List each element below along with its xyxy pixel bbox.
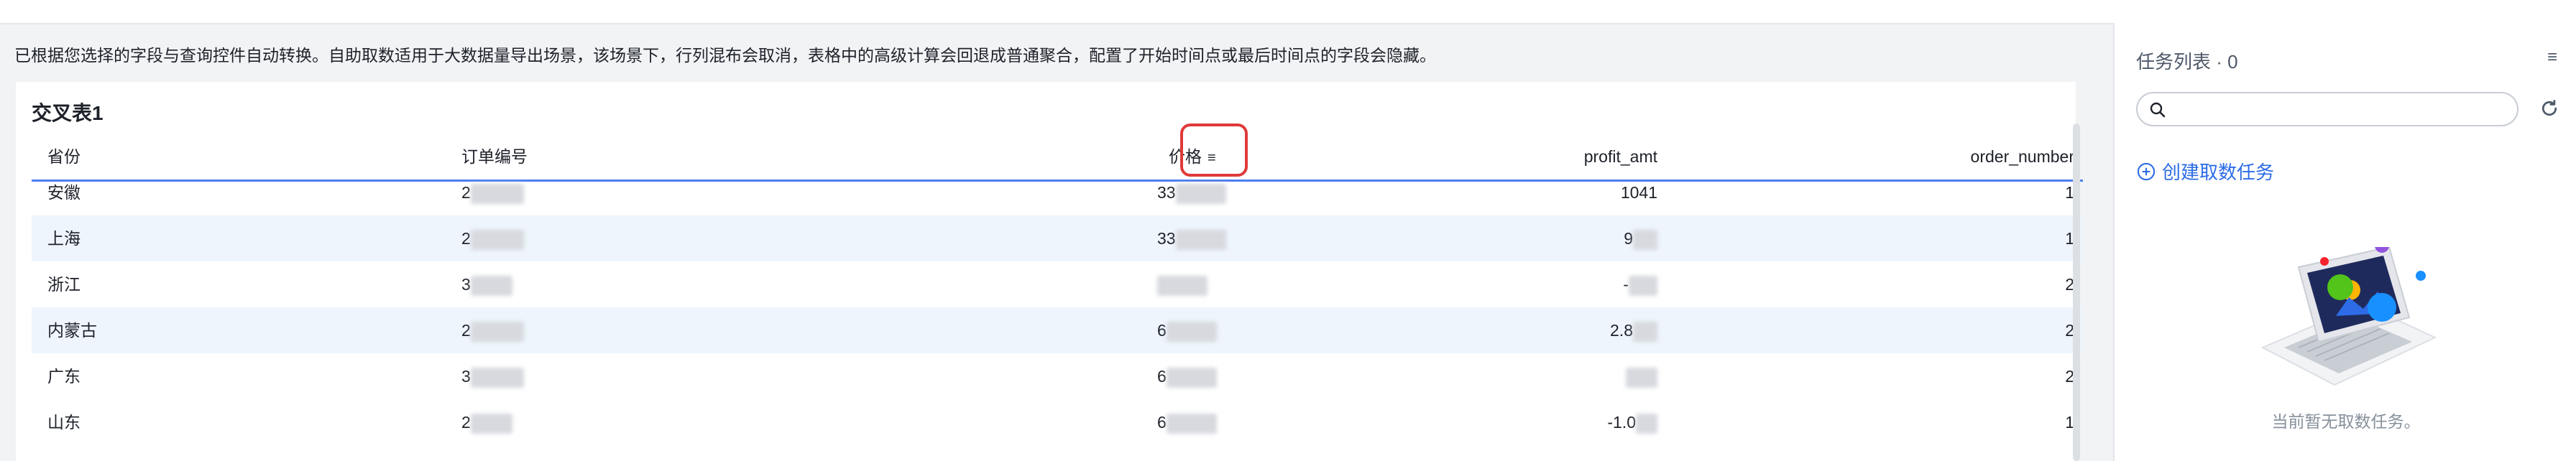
redacted-value xyxy=(1175,183,1226,204)
collapse-panel-icon[interactable]: ≡ xyxy=(2547,47,2557,67)
cell-price: 6 xyxy=(1157,307,1217,353)
top-bar xyxy=(0,0,2576,24)
task-search-input[interactable] xyxy=(2136,92,2518,126)
cell-order-id: 2 xyxy=(461,307,524,353)
conversion-notice: 已根据您选择的字段与查询控件自动转换。自助取数适用于大数据量导出场景，该场景下，… xyxy=(14,46,1436,65)
cell-order-id: 3 xyxy=(461,261,512,307)
cell-profit xyxy=(1626,353,1657,399)
task-list-title: 任务列表 · 0 xyxy=(2136,51,2238,73)
cell-profit: 2.8 xyxy=(1610,307,1657,353)
profit-prefix: - xyxy=(1623,275,1629,294)
redacted-value xyxy=(470,229,524,250)
price-prefix: 33 xyxy=(1157,183,1176,202)
price-header-highlight xyxy=(1180,124,1248,177)
create-task-label: 创建取数任务 xyxy=(2162,162,2275,183)
empty-laptop-illustration xyxy=(2260,247,2437,386)
redacted-value xyxy=(1633,229,1657,250)
redacted-value xyxy=(1166,321,1217,342)
cell-profit: 9 xyxy=(1624,215,1657,261)
cell-price xyxy=(1157,261,1208,307)
redacted-value xyxy=(1633,321,1657,342)
table-row[interactable]: 山东 2 6 -1.0 1 xyxy=(32,399,2083,445)
task-panel: 任务列表 · 0 ≡ 创建取数任务 当前暂无取数任务。 xyxy=(2113,23,2576,461)
cell-province: 浙江 xyxy=(47,275,80,294)
vertical-scrollbar[interactable] xyxy=(2073,124,2080,461)
redacted-value xyxy=(1166,367,1217,388)
cell-province: 内蒙古 xyxy=(47,321,97,340)
redacted-value xyxy=(1175,229,1226,250)
cell-profit: 1041 xyxy=(1620,183,1657,202)
order-id-prefix: 2 xyxy=(461,229,471,248)
table-row[interactable]: 上海 2 33 9 1 xyxy=(32,215,2083,261)
table-title: 交叉表1 xyxy=(32,102,104,124)
price-prefix: 6 xyxy=(1157,321,1167,340)
redacted-value xyxy=(1157,275,1208,296)
price-prefix: 6 xyxy=(1157,413,1167,432)
table-row[interactable]: 浙江 3 - 2 xyxy=(32,261,2083,307)
cell-province: 上海 xyxy=(47,229,80,248)
order-id-prefix: 2 xyxy=(461,321,471,340)
cell-price: 6 xyxy=(1157,399,1217,445)
redacted-value xyxy=(1166,413,1217,434)
order-id-prefix: 2 xyxy=(461,413,471,432)
refresh-icon[interactable] xyxy=(2539,98,2560,119)
profit-prefix: -1.0 xyxy=(1607,413,1636,432)
price-prefix: 33 xyxy=(1157,229,1176,248)
table-body: 安徽 2 33 1041 1 上海 2 33 9 1 浙江 3 - 2 内蒙古 … xyxy=(32,169,2083,445)
table-row[interactable]: 广东 3 6 2 xyxy=(32,353,2083,399)
price-prefix: 6 xyxy=(1157,367,1167,386)
redacted-value xyxy=(1636,413,1657,434)
redacted-value xyxy=(470,183,524,204)
redacted-value xyxy=(470,275,512,296)
order-id-prefix: 3 xyxy=(461,275,471,294)
table-row[interactable]: 内蒙古 2 6 2.8 2 xyxy=(32,307,2083,353)
plus-circle-icon xyxy=(2137,162,2156,180)
cell-order-id: 3 xyxy=(461,353,524,399)
redacted-value xyxy=(470,321,524,342)
cell-province: 安徽 xyxy=(47,183,80,202)
cell-price: 6 xyxy=(1157,353,1217,399)
profit-prefix: 2.8 xyxy=(1610,321,1633,340)
order-id-prefix: 3 xyxy=(461,367,471,386)
cell-profit: - xyxy=(1623,261,1657,307)
cell-price: 33 xyxy=(1157,215,1226,261)
order-id-prefix: 2 xyxy=(461,183,471,202)
cell-profit: -1.0 xyxy=(1607,399,1657,445)
cell-order-id: 2 xyxy=(461,399,512,445)
profit-prefix: 9 xyxy=(1624,229,1633,248)
redacted-value xyxy=(470,367,524,388)
create-task-button[interactable]: 创建取数任务 xyxy=(2136,158,2274,185)
redacted-value xyxy=(1629,275,1657,296)
cell-order-id: 2 xyxy=(461,169,524,215)
cell-order-id: 2 xyxy=(461,215,524,261)
search-icon xyxy=(2150,102,2166,118)
empty-state-text: 当前暂无取数任务。 xyxy=(2271,412,2421,431)
cell-price: 33 xyxy=(1157,169,1226,215)
redacted-value xyxy=(1626,367,1657,388)
cell-province: 山东 xyxy=(47,413,80,432)
redacted-value xyxy=(470,413,512,434)
table-row[interactable]: 安徽 2 33 1041 1 xyxy=(32,169,2083,215)
cell-province: 广东 xyxy=(47,367,80,386)
